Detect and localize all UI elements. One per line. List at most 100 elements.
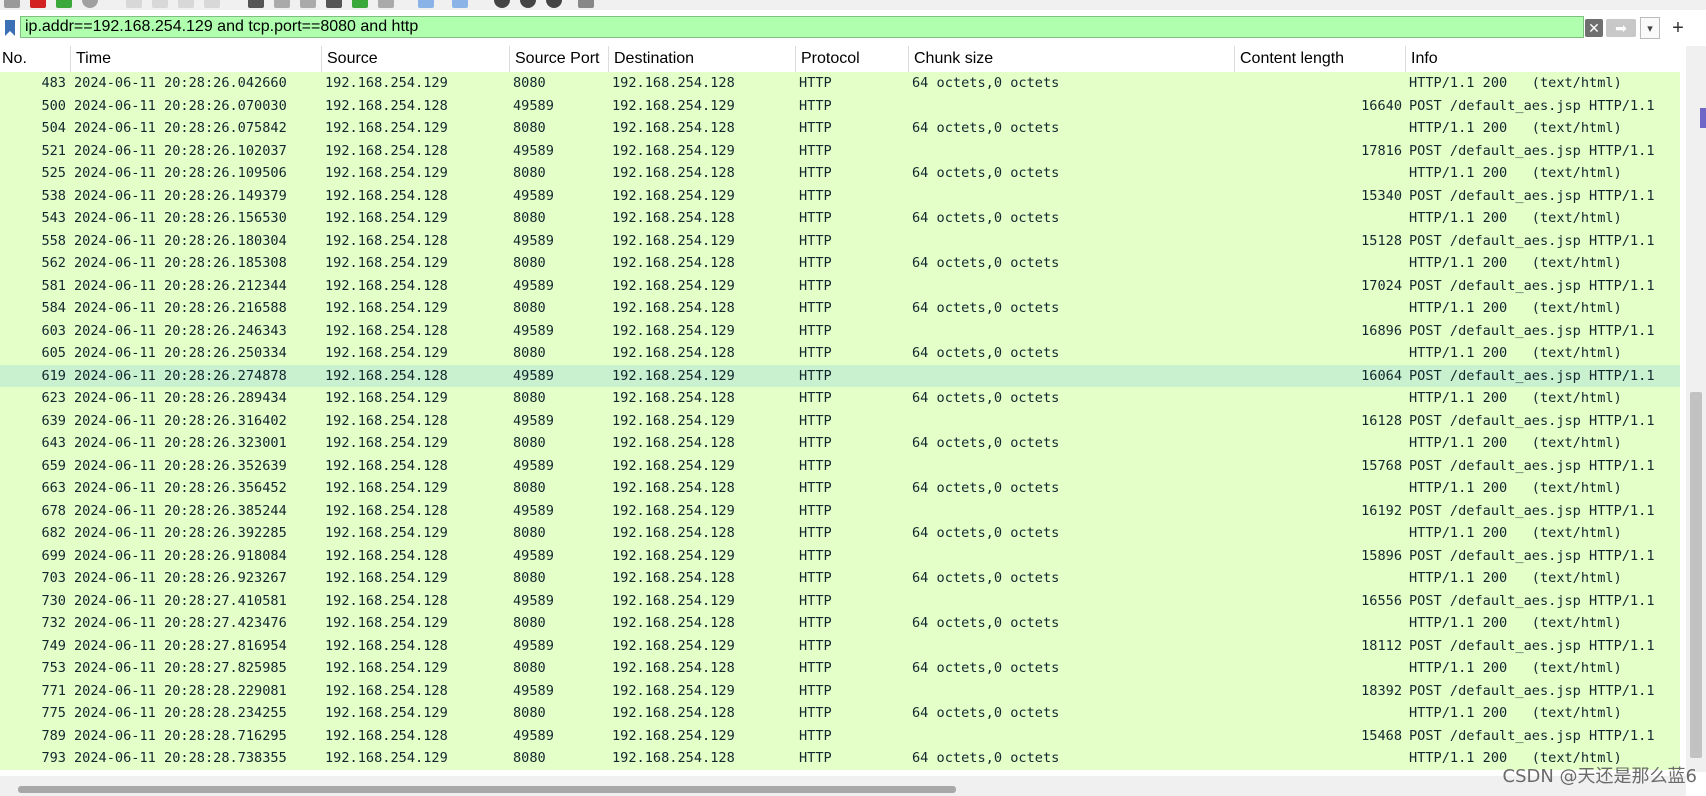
cell-no: 659 xyxy=(41,457,66,474)
cell-source: 192.168.254.128 xyxy=(325,97,448,114)
open-file-icon[interactable] xyxy=(126,0,142,8)
cell-chunk-size: 64 octets,0 octets xyxy=(912,615,1060,631)
vertical-scrollbar[interactable] xyxy=(1686,46,1706,772)
apply-filter-icon[interactable]: ➡ xyxy=(1606,19,1636,37)
vertical-scrollbar-thumb[interactable] xyxy=(1690,392,1702,758)
cell-chunk-size xyxy=(912,365,1232,388)
stop-capture-icon[interactable] xyxy=(30,0,46,8)
first-packet-icon[interactable] xyxy=(352,0,368,8)
go-back-icon[interactable] xyxy=(274,0,290,8)
zoom-reset-icon[interactable] xyxy=(546,0,562,8)
cell-source-port: 49589 xyxy=(513,187,554,204)
cell-source-port: 49589 xyxy=(513,142,554,159)
packet-row[interactable]: 659 2024-06-11 20:28:26.352639 192.168.254… xyxy=(0,454,1680,477)
packet-row[interactable]: 643 2024-06-11 20:28:26.323001 192.168.254… xyxy=(0,432,1680,455)
cell-content-length: 15768 xyxy=(1361,457,1402,474)
packet-row[interactable]: 639 2024-06-11 20:28:26.316402 192.168.254… xyxy=(0,409,1680,432)
start-capture-icon[interactable] xyxy=(4,0,20,8)
go-forward-icon[interactable] xyxy=(300,0,316,8)
reload-file-icon[interactable] xyxy=(204,0,220,8)
go-to-packet-icon[interactable] xyxy=(326,0,342,8)
restart-capture-icon[interactable] xyxy=(56,0,72,8)
packet-row[interactable]: 775 2024-06-11 20:28:28.234255 192.168.254… xyxy=(0,702,1680,725)
recent-filters-dropdown[interactable]: ▾ xyxy=(1640,17,1660,39)
packet-row[interactable]: 584 2024-06-11 20:28:26.216588 192.168.254… xyxy=(0,297,1680,320)
bookmark-icon[interactable] xyxy=(2,18,18,38)
packet-row[interactable]: 558 2024-06-11 20:28:26.180304 192.168.254… xyxy=(0,229,1680,252)
cell-chunk-size xyxy=(912,680,1232,703)
packet-row[interactable]: 753 2024-06-11 20:28:27.825985 192.168.254… xyxy=(0,657,1680,680)
horizontal-scrollbar-thumb[interactable] xyxy=(18,786,956,793)
packet-row[interactable]: 483 2024-06-11 20:28:26.042660 192.168.254… xyxy=(0,72,1680,95)
capture-options-icon[interactable] xyxy=(82,0,98,8)
packet-row[interactable]: 562 2024-06-11 20:28:26.185308 192.168.254… xyxy=(0,252,1680,275)
packet-list-header: No. Time Source Source Port Destination … xyxy=(0,46,1686,72)
packet-row[interactable]: 732 2024-06-11 20:28:27.423476 192.168.254… xyxy=(0,612,1680,635)
save-file-icon[interactable] xyxy=(152,0,168,8)
horizontal-scrollbar[interactable] xyxy=(0,776,1686,796)
cell-chunk-size xyxy=(912,635,1232,658)
zoom-out-icon[interactable] xyxy=(520,0,536,8)
cell-no: 543 xyxy=(41,210,66,226)
packet-row[interactable]: 521 2024-06-11 20:28:26.102037 192.168.254… xyxy=(0,139,1680,163)
packet-row[interactable]: 678 2024-06-11 20:28:26.385244 192.168.254… xyxy=(0,499,1680,522)
column-header-source[interactable]: Source xyxy=(321,46,509,72)
packet-row[interactable]: 581 2024-06-11 20:28:26.212344 192.168.254… xyxy=(0,274,1680,297)
cell-no: 678 xyxy=(41,502,66,519)
packet-row[interactable]: 623 2024-06-11 20:28:26.289434 192.168.254… xyxy=(0,387,1680,410)
cell-source-port: 8080 xyxy=(513,480,546,496)
cell-no: 619 xyxy=(41,367,66,384)
find-packet-icon[interactable] xyxy=(248,0,264,8)
resize-columns-icon[interactable] xyxy=(578,0,594,8)
cell-time: 2024-06-11 20:28:27.423476 xyxy=(74,615,287,631)
cell-destination: 192.168.254.128 xyxy=(612,120,735,136)
close-file-icon[interactable] xyxy=(178,0,194,8)
cell-source-port: 49589 xyxy=(513,322,554,339)
packet-row[interactable]: 793 2024-06-11 20:28:28.738355 192.168.254… xyxy=(0,747,1680,770)
column-header-no[interactable]: No. xyxy=(0,46,70,72)
zoom-in-icon[interactable] xyxy=(494,0,510,8)
column-header-info[interactable]: Info xyxy=(1405,46,1686,72)
cell-no: 581 xyxy=(41,277,66,294)
cell-source-port: 8080 xyxy=(513,750,546,766)
packet-row[interactable]: 603 2024-06-11 20:28:26.246343 192.168.254… xyxy=(0,319,1680,342)
cell-info: POST /default_aes.jsp HTTP/1.1 xyxy=(1409,367,1655,384)
cell-destination: 192.168.254.128 xyxy=(612,75,735,91)
column-header-protocol[interactable]: Protocol xyxy=(795,46,908,72)
cell-info: HTTP/1.1 200 (text/html) xyxy=(1409,525,1622,541)
packet-row-selected[interactable]: 619 2024-06-11 20:28:26.274878 192.168.254… xyxy=(0,364,1680,388)
cell-time: 2024-06-11 20:28:26.250334 xyxy=(74,345,287,361)
packet-row[interactable]: 504 2024-06-11 20:28:26.075842 192.168.254… xyxy=(0,117,1680,140)
column-header-source-port[interactable]: Source Port xyxy=(509,46,608,72)
add-filter-button[interactable]: + xyxy=(1666,16,1690,40)
packet-row[interactable]: 663 2024-06-11 20:28:26.356452 192.168.254… xyxy=(0,477,1680,500)
cell-source-port: 49589 xyxy=(513,502,554,519)
packet-row[interactable]: 682 2024-06-11 20:28:26.392285 192.168.254… xyxy=(0,522,1680,545)
column-header-chunk-size[interactable]: Chunk size xyxy=(908,46,1234,72)
cell-info: HTTP/1.1 200 (text/html) xyxy=(1409,435,1622,451)
autoscroll-icon[interactable] xyxy=(418,0,434,8)
packet-row[interactable]: 699 2024-06-11 20:28:26.918084 192.168.254… xyxy=(0,544,1680,567)
last-packet-icon[interactable] xyxy=(378,0,394,8)
packet-row[interactable]: 789 2024-06-11 20:28:28.716295 192.168.254… xyxy=(0,724,1680,747)
packet-row[interactable]: 538 2024-06-11 20:28:26.149379 192.168.254… xyxy=(0,184,1680,207)
column-header-destination[interactable]: Destination xyxy=(608,46,795,72)
packet-row[interactable]: 605 2024-06-11 20:28:26.250334 192.168.254… xyxy=(0,342,1680,365)
packet-row[interactable]: 730 2024-06-11 20:28:27.410581 192.168.254… xyxy=(0,589,1680,612)
packet-row[interactable]: 543 2024-06-11 20:28:26.156530 192.168.254… xyxy=(0,207,1680,230)
cell-source-port: 49589 xyxy=(513,547,554,564)
cell-source-port: 8080 xyxy=(513,390,546,406)
display-filter-input[interactable]: ip.addr==192.168.254.129 and tcp.port==8… xyxy=(20,16,1584,38)
packet-row[interactable]: 749 2024-06-11 20:28:27.816954 192.168.254… xyxy=(0,634,1680,658)
colorize-icon[interactable] xyxy=(452,0,468,8)
cell-content-length: 16064 xyxy=(1361,367,1402,384)
column-header-content-length[interactable]: Content length xyxy=(1234,46,1405,72)
cell-chunk-size xyxy=(912,140,1232,163)
packet-row[interactable]: 500 2024-06-11 20:28:26.070030 192.168.254… xyxy=(0,94,1680,117)
cell-source-port: 8080 xyxy=(513,615,546,631)
column-header-time[interactable]: Time xyxy=(70,46,321,72)
packet-row[interactable]: 703 2024-06-11 20:28:26.923267 192.168.254… xyxy=(0,567,1680,590)
packet-row[interactable]: 771 2024-06-11 20:28:28.229081 192.168.254… xyxy=(0,679,1680,703)
clear-filter-icon[interactable]: ✕ xyxy=(1585,19,1603,37)
packet-row[interactable]: 525 2024-06-11 20:28:26.109506 192.168.254… xyxy=(0,162,1680,185)
